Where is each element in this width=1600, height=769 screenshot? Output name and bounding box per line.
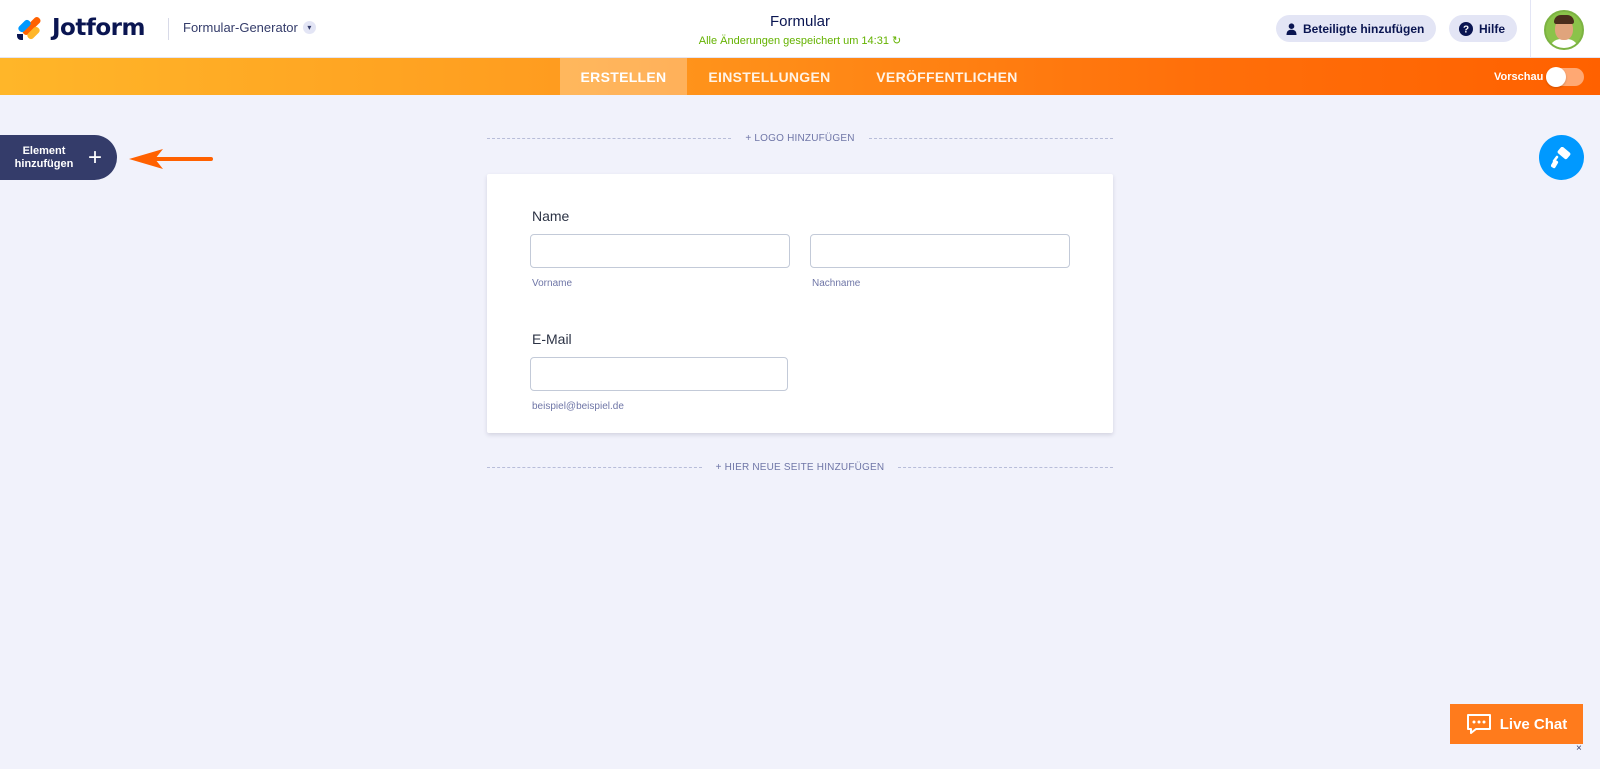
- header-divider: [168, 18, 169, 40]
- help-label: Hilfe: [1479, 21, 1506, 36]
- form-generator-label: Formular-Generator: [183, 20, 298, 35]
- save-status-text: Alle Änderungen gespeichert um 14:31: [698, 35, 889, 47]
- add-element-button[interactable]: Element hinzufügen +: [0, 135, 117, 180]
- chevron-down-icon: ▾: [302, 21, 316, 34]
- chat-close-icon[interactable]: ×: [1576, 743, 1582, 754]
- question-circle-icon: ?: [1459, 21, 1473, 36]
- email-label: E-Mail: [532, 331, 572, 347]
- add-logo-row: + LOGO HINZUFÜGEN: [487, 132, 1113, 144]
- svg-text:?: ?: [1463, 24, 1469, 35]
- add-element-label: Element hinzufügen: [14, 144, 74, 170]
- top-header: Jotform Formular-Generator ▾ Formular Al…: [0, 0, 1600, 58]
- add-participants-button[interactable]: Beteiligte hinzufügen: [1276, 15, 1437, 42]
- firstname-sublabel: Vorname: [532, 278, 573, 289]
- tab-publish[interactable]: VERÖFFENTLICHEN: [852, 58, 1042, 95]
- form-generator-dropdown[interactable]: Formular-Generator ▾: [183, 20, 316, 35]
- add-page-link[interactable]: + HIER NEUE SEITE HINZUFÜGEN: [702, 462, 899, 473]
- email-field[interactable]: [530, 357, 788, 391]
- preview-control: Vorschau: [1494, 67, 1585, 87]
- arrow-left-icon: [129, 149, 213, 169]
- preview-label: Vorschau: [1494, 71, 1544, 83]
- help-button[interactable]: ? Hilfe: [1449, 15, 1518, 42]
- brand-name: Jotform: [52, 15, 145, 41]
- jotform-logo-icon: [16, 15, 42, 41]
- add-logo-link[interactable]: + LOGO HINZUFÜGEN: [731, 133, 868, 144]
- add-participants-label: Beteiligte hinzufügen: [1303, 21, 1425, 36]
- name-label: Name: [532, 208, 570, 224]
- builder-navbar: ERSTELLEN EINSTELLUNGEN VERÖFFENTLICHEN …: [0, 58, 1600, 95]
- add-page-row: + HIER NEUE SEITE HINZUFÜGEN: [487, 461, 1113, 473]
- plus-icon: +: [88, 143, 103, 171]
- email-sublabel: beispiel@beispiel.de: [532, 401, 624, 412]
- firstname-field[interactable]: [530, 234, 790, 268]
- paint-roller-icon: [1550, 146, 1570, 168]
- form-card: Name Vorname Nachname E-Mail beispiel@be…: [487, 174, 1113, 433]
- live-chat-label: Live Chat: [1499, 715, 1568, 733]
- lastname-field[interactable]: [810, 234, 1070, 268]
- avatar[interactable]: [1544, 10, 1584, 50]
- jotform-logo[interactable]: Jotform: [16, 13, 145, 43]
- form-designer-button[interactable]: [1539, 135, 1584, 180]
- live-chat-button[interactable]: Live Chat: [1450, 704, 1583, 744]
- tab-build[interactable]: ERSTELLEN: [560, 58, 687, 95]
- header-divider-right: [1530, 0, 1531, 58]
- tab-settings[interactable]: EINSTELLUNGEN: [687, 58, 852, 95]
- lastname-sublabel: Nachname: [812, 278, 861, 289]
- chat-bubble-icon: [1466, 713, 1492, 735]
- preview-toggle[interactable]: [1546, 67, 1585, 87]
- user-icon: [1286, 22, 1297, 35]
- refresh-icon: ↻: [892, 35, 902, 47]
